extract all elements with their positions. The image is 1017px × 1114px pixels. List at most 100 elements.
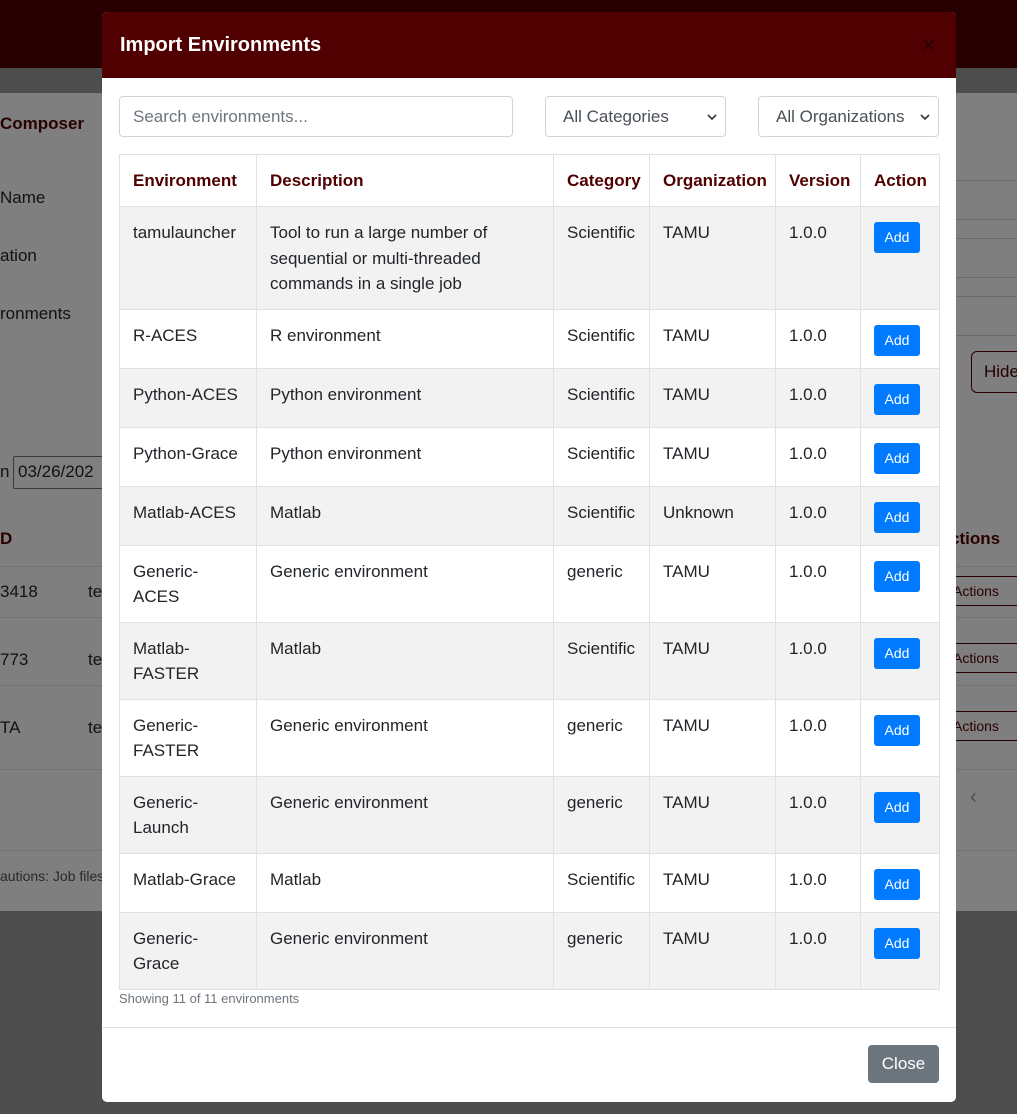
category-select[interactable]: All Categories xyxy=(545,96,726,137)
version-cell: 1.0.0 xyxy=(775,775,861,854)
description-cell: Generic environment xyxy=(256,698,554,777)
import-environments-modal: Import Environments All Categories All O… xyxy=(102,12,956,1102)
search-input[interactable] xyxy=(119,96,513,137)
organization-select-value: All Organizations xyxy=(776,106,905,126)
category-cell: Scientific xyxy=(553,852,650,913)
version-cell: 1.0.0 xyxy=(775,206,861,310)
description-cell: Generic environment xyxy=(256,544,554,623)
version-cell: 1.0.0 xyxy=(775,911,861,990)
modal-header: Import Environments xyxy=(102,12,956,78)
description-cell: R environment xyxy=(256,308,554,369)
add-button[interactable]: Add xyxy=(874,714,920,746)
action-cell: Add xyxy=(860,206,940,310)
table-header-row: Environment Description Category Organiz… xyxy=(119,154,940,207)
organization-cell: TAMU xyxy=(649,426,776,487)
category-cell: generic xyxy=(553,911,650,990)
table-row: Generic-Grace Generic environment generi… xyxy=(119,911,940,990)
action-cell: Add xyxy=(860,775,940,854)
close-icon[interactable] xyxy=(920,36,938,54)
version-cell: 1.0.0 xyxy=(775,367,861,428)
close-button[interactable]: Close xyxy=(868,1045,939,1083)
action-cell: Add xyxy=(860,852,940,913)
organization-cell: TAMU xyxy=(649,698,776,777)
environment-cell: tamulauncher xyxy=(119,206,257,310)
organization-cell: TAMU xyxy=(649,308,776,369)
category-cell: Scientific xyxy=(553,367,650,428)
column-header-action: Action xyxy=(860,154,940,207)
add-button[interactable]: Add xyxy=(874,442,920,474)
description-cell: Tool to run a large number of sequential… xyxy=(256,206,554,310)
organization-cell: Unknown xyxy=(649,485,776,546)
environment-cell: R-ACES xyxy=(119,308,257,369)
version-cell: 1.0.0 xyxy=(775,698,861,777)
description-cell: Matlab xyxy=(256,485,554,546)
organization-cell: TAMU xyxy=(649,852,776,913)
add-button[interactable]: Add xyxy=(874,383,920,415)
environment-cell: Matlab-ACES xyxy=(119,485,257,546)
results-count: Showing 11 of 11 environments xyxy=(119,991,300,1006)
category-cell: Scientific xyxy=(553,206,650,310)
column-header-version: Version xyxy=(775,154,861,207)
description-cell: Python environment xyxy=(256,426,554,487)
action-cell: Add xyxy=(860,621,940,700)
environment-cell: Python-ACES xyxy=(119,367,257,428)
add-button[interactable]: Add xyxy=(874,324,920,356)
category-cell: generic xyxy=(553,775,650,854)
table-row: Python-ACES Python environment Scientifi… xyxy=(119,367,940,428)
action-cell: Add xyxy=(860,308,940,369)
table-row: tamulauncher Tool to run a large number … xyxy=(119,206,940,310)
version-cell: 1.0.0 xyxy=(775,621,861,700)
version-cell: 1.0.0 xyxy=(775,426,861,487)
description-cell: Generic environment xyxy=(256,911,554,990)
table-row: Matlab-Grace Matlab Scientific TAMU 1.0.… xyxy=(119,852,940,913)
add-button[interactable]: Add xyxy=(874,637,920,669)
table-row: Generic-ACES Generic environment generic… xyxy=(119,544,940,623)
table-row: Generic-Launch Generic environment gener… xyxy=(119,775,940,854)
add-button[interactable]: Add xyxy=(874,791,920,823)
environment-cell: Generic-FASTER xyxy=(119,698,257,777)
environments-table-wrapper: Environment Description Category Organiz… xyxy=(119,154,940,990)
action-cell: Add xyxy=(860,698,940,777)
category-cell: Scientific xyxy=(553,621,650,700)
column-header-environment: Environment xyxy=(119,154,257,207)
action-cell: Add xyxy=(860,426,940,487)
version-cell: 1.0.0 xyxy=(775,852,861,913)
organization-select[interactable]: All Organizations xyxy=(758,96,939,137)
table-row: Generic-FASTER Generic environment gener… xyxy=(119,698,940,777)
table-row: Python-Grace Python environment Scientif… xyxy=(119,426,940,487)
organization-cell: TAMU xyxy=(649,911,776,990)
organization-cell: TAMU xyxy=(649,621,776,700)
table-row: Matlab-FASTER Matlab Scientific TAMU 1.0… xyxy=(119,621,940,700)
add-button[interactable]: Add xyxy=(874,560,920,592)
description-cell: Python environment xyxy=(256,367,554,428)
version-cell: 1.0.0 xyxy=(775,544,861,623)
chevron-down-icon xyxy=(920,113,930,120)
modal-footer-divider xyxy=(102,1027,956,1028)
organization-cell: TAMU xyxy=(649,544,776,623)
description-cell: Matlab xyxy=(256,621,554,700)
description-cell: Matlab xyxy=(256,852,554,913)
column-header-description: Description xyxy=(256,154,554,207)
category-cell: Scientific xyxy=(553,426,650,487)
category-cell: generic xyxy=(553,544,650,623)
add-button[interactable]: Add xyxy=(874,222,920,253)
column-header-category: Category xyxy=(553,154,650,207)
column-header-organization: Organization xyxy=(649,154,776,207)
add-button[interactable]: Add xyxy=(874,927,920,959)
filters-bar: All Categories All Organizations xyxy=(119,96,939,137)
add-button[interactable]: Add xyxy=(874,501,920,533)
organization-cell: TAMU xyxy=(649,367,776,428)
environment-cell: Python-Grace xyxy=(119,426,257,487)
category-cell: Scientific xyxy=(553,485,650,546)
action-cell: Add xyxy=(860,367,940,428)
table-row: R-ACES R environment Scientific TAMU 1.0… xyxy=(119,308,940,369)
environment-cell: Generic-Grace xyxy=(119,911,257,990)
organization-cell: TAMU xyxy=(649,206,776,310)
environment-cell: Matlab-Grace xyxy=(119,852,257,913)
category-cell: generic xyxy=(553,698,650,777)
add-button[interactable]: Add xyxy=(874,868,920,900)
description-cell: Generic environment xyxy=(256,775,554,854)
environments-table: Environment Description Category Organiz… xyxy=(119,154,940,990)
chevron-down-icon xyxy=(707,113,717,120)
environment-cell: Generic-Launch xyxy=(119,775,257,854)
